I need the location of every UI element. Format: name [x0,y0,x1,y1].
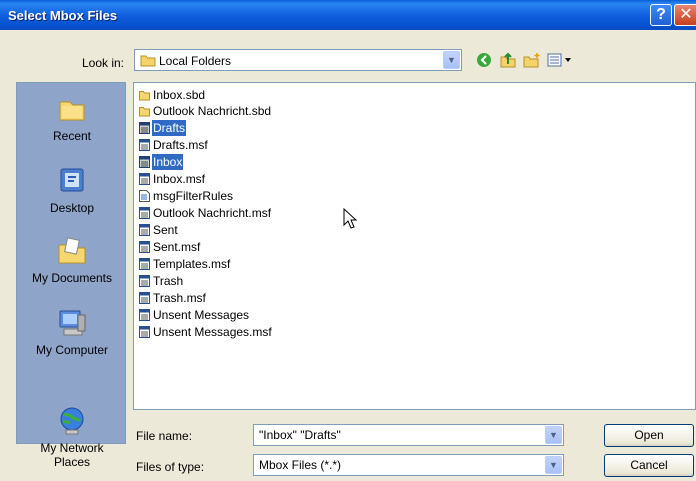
file-icon [139,274,150,287]
place-my-documents[interactable]: My Documents [17,235,127,285]
back-icon[interactable] [474,50,494,70]
place-recent[interactable]: Recent [17,93,127,143]
place-label: My Documents [31,271,113,285]
list-item[interactable]: Trash.msf [139,289,207,305]
list-item[interactable]: Sent.msf [139,238,201,254]
place-desktop[interactable]: Desktop [17,165,127,215]
list-item[interactable]: msgFilterRules [139,187,234,203]
list-item[interactable]: Unsent Messages [139,306,250,322]
look-in-value: Local Folders [159,54,232,68]
recent-icon [56,93,88,125]
look-in-label: Look in: [81,56,124,70]
list-item[interactable]: Trash [139,272,184,288]
list-item[interactable]: Unsent Messages.msf [139,323,273,339]
chevron-down-icon[interactable]: ▼ [545,456,562,474]
window-title: Select Mbox Files [8,8,118,23]
list-item[interactable]: Sent [139,221,179,237]
list-item[interactable]: Outlook Nachricht.sbd [139,102,272,118]
list-item[interactable]: Inbox.sbd [139,86,206,102]
my-computer-icon [56,307,88,339]
desktop-icon [56,165,88,197]
help-button[interactable]: ? [650,4,672,26]
file-icon [139,223,150,236]
folder-icon [140,54,156,70]
list-item[interactable]: Inbox [139,153,184,170]
file-icon [139,138,150,151]
folder-icon [139,105,150,117]
file-icon [139,291,150,304]
cancel-button[interactable]: Cancel [604,454,694,477]
list-item[interactable]: Templates.msf [139,255,231,271]
nav-toolbar [474,50,574,70]
open-button[interactable]: Open [604,424,694,447]
close-button[interactable]: ✕ [674,4,696,26]
place-network[interactable]: My Network Places [17,377,127,469]
place-label: My Computer [35,343,109,357]
new-folder-icon[interactable] [522,50,542,70]
file-icon [139,206,150,219]
mouse-cursor-icon [343,207,358,233]
file-icon [139,308,150,321]
chevron-down-icon[interactable]: ▼ [545,426,562,444]
file-icon [139,172,150,185]
file-type-label: Files of type: [136,460,205,474]
place-label: Recent [52,129,92,143]
list-item[interactable]: Outlook Nachricht.msf [139,204,272,220]
folder-icon [139,89,150,101]
my-documents-icon [56,235,88,267]
places-bar: Recent Desktop My Documents My Computer … [16,82,127,469]
place-label: My Network Places [40,441,104,469]
file-name-input[interactable]: "Inbox" "Drafts" ▼ [253,424,564,446]
list-item[interactable]: Drafts [139,119,187,136]
list-item[interactable]: Drafts.msf [139,136,209,152]
file-list[interactable]: Inbox.sbd Outlook Nachricht.sbd Drafts D… [133,82,696,410]
place-label: Desktop [49,201,95,215]
file-icon [139,155,150,168]
view-menu-icon[interactable] [546,50,574,70]
file-name-value: "Inbox" "Drafts" [259,428,341,442]
title-bar: Select Mbox Files ? ✕ [0,0,696,30]
chevron-down-icon[interactable]: ▼ [443,51,460,69]
place-my-computer[interactable]: My Computer [17,307,127,357]
file-name-label: File name: [136,429,193,443]
list-item[interactable]: Inbox.msf [139,170,206,186]
file-icon [139,325,150,338]
network-places-icon [56,391,88,435]
file-icon [139,121,150,134]
look-in-dropdown[interactable]: Local Folders ▼ [134,49,462,71]
file-type-select[interactable]: Mbox Files (*.*) ▼ [253,454,564,476]
file-icon [139,257,150,270]
file-type-value: Mbox Files (*.*) [259,458,342,472]
file-icon [139,240,150,253]
document-icon [139,189,150,202]
up-folder-icon[interactable] [498,50,518,70]
